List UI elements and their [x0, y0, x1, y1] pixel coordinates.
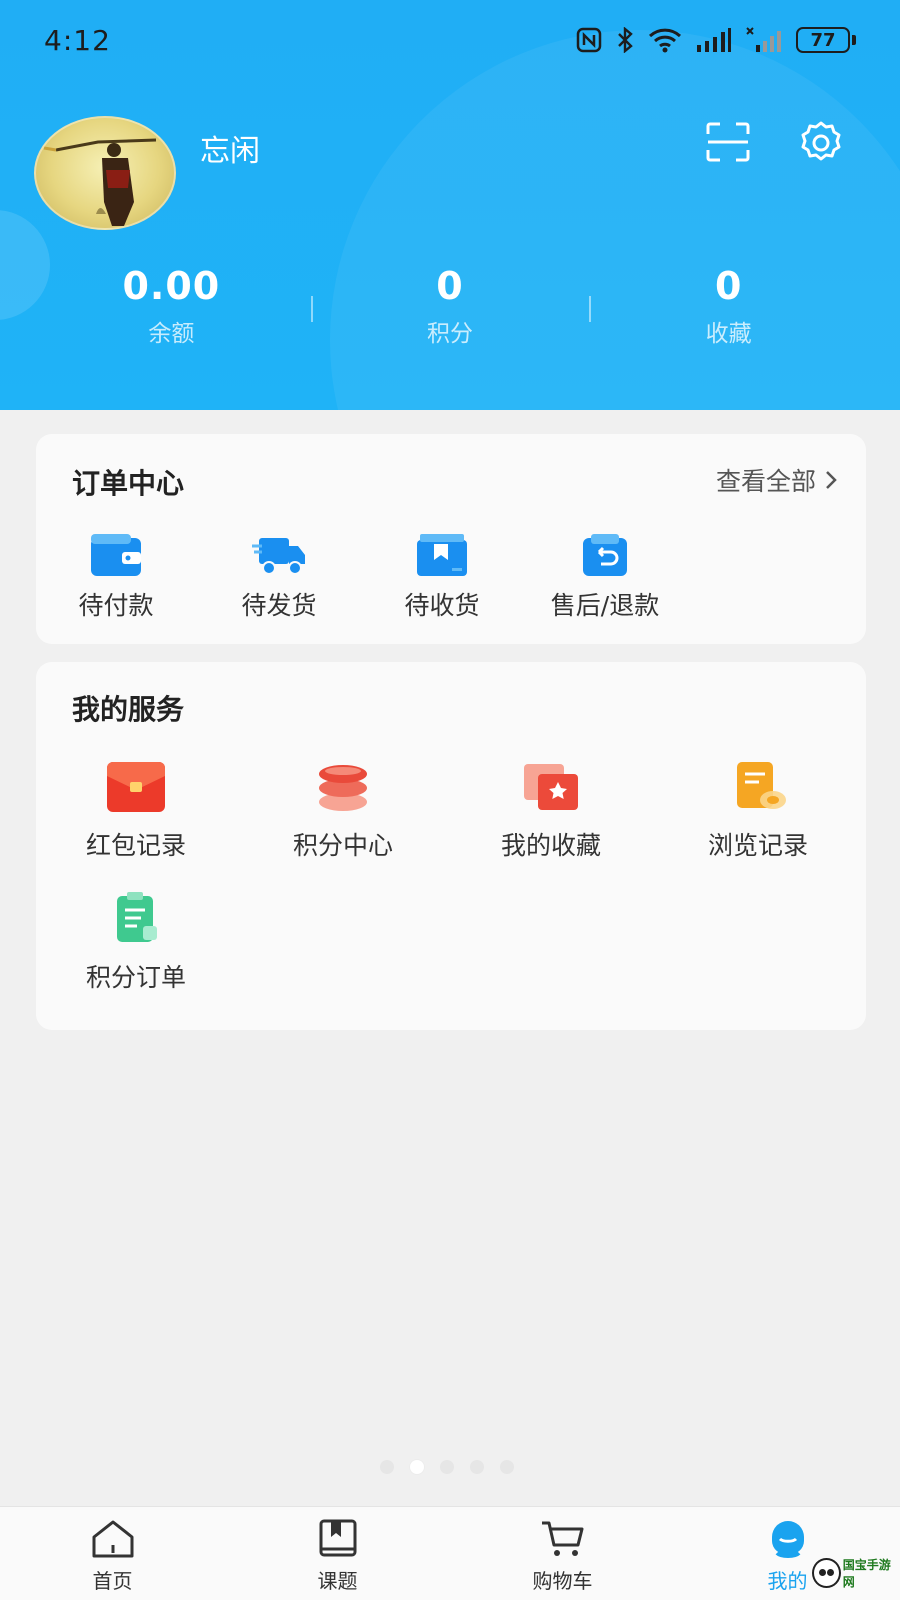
page-dot-active [410, 1460, 424, 1474]
home-icon [92, 1520, 133, 1558]
gear-icon[interactable] [798, 120, 844, 166]
service-label: 积分订单 [85, 963, 186, 992]
bluetooth-icon [618, 27, 633, 53]
order-pending-shipment[interactable]: 待发货 [199, 532, 359, 622]
cart-icon [541, 1521, 583, 1556]
stat-points[interactable]: 0 积分 [311, 262, 590, 358]
clipboard-icon [117, 892, 157, 942]
service-points-center[interactable]: 积分中心 [248, 760, 438, 862]
wifi-icon [648, 28, 682, 53]
history-note-icon [737, 762, 786, 809]
stat-label: 余额 [148, 321, 195, 347]
view-all-label: 查看全部 [715, 467, 816, 496]
watermark-text: 国宝手游网 [842, 1558, 891, 1589]
service-points-orders[interactable]: 积分订单 [41, 892, 231, 994]
avatar[interactable] [34, 116, 176, 230]
bottom-tab-bar: 首页 课题 购物车 我的 [0, 1506, 900, 1600]
order-item-label: 待发货 [241, 591, 317, 620]
red-envelope-icon [107, 762, 165, 812]
stat-balance[interactable]: 0.00 余额 [32, 262, 311, 358]
order-center-title: 订单中心 [72, 467, 185, 500]
battery-indicator: 77 [796, 27, 856, 53]
service-browse-history[interactable]: 浏览记录 [663, 760, 853, 862]
order-pending-receipt[interactable]: 待收货 [362, 532, 522, 622]
tab-label: 课题 [317, 1569, 358, 1593]
tab-home[interactable]: 首页 [0, 1507, 225, 1600]
scan-icon[interactable] [706, 122, 750, 162]
stat-value: 0.00 [122, 264, 221, 308]
status-bar: 4:12 77 [0, 0, 900, 80]
page-indicator [380, 1460, 514, 1474]
service-my-favorites[interactable]: 我的收藏 [456, 760, 646, 862]
order-item-label: 售后/退款 [550, 591, 660, 620]
tab-label: 首页 [92, 1569, 133, 1593]
tab-topics[interactable]: 课题 [225, 1507, 450, 1600]
page-dot [470, 1460, 484, 1474]
package-icon [417, 534, 467, 576]
watermark: 国宝手游网 [812, 1556, 900, 1590]
signal-weak-icon [746, 27, 781, 52]
service-label: 我的收藏 [500, 831, 601, 860]
service-label: 浏览记录 [707, 831, 808, 860]
stat-value: 0 [436, 264, 464, 308]
stat-label: 积分 [427, 321, 473, 347]
stat-divider [311, 296, 313, 322]
page-dot [440, 1460, 454, 1474]
order-item-label: 待收货 [404, 591, 480, 620]
status-time: 4:12 [44, 23, 111, 57]
view-all-link[interactable]: 查看全部 [716, 462, 838, 498]
coin-stack-icon [319, 765, 367, 811]
username: 忘闲 [200, 134, 260, 169]
order-after-sales[interactable]: 售后/退款 [525, 532, 685, 622]
order-center-card: 订单中心 查看全部 待付款 待发货 待收货 售后/退款 [36, 434, 866, 644]
tab-label: 购物车 [532, 1569, 593, 1593]
tab-cart[interactable]: 购物车 [450, 1507, 675, 1600]
profile-icon [771, 1521, 804, 1558]
truck-icon [252, 538, 305, 575]
stats-row: 0.00 余额 0 积分 0 收藏 [32, 262, 868, 358]
battery-level: 77 [796, 27, 850, 53]
favorite-star-icon [524, 764, 578, 810]
profile-header: 4:12 77 忘闲 0.00 余额 0 积分 0 收藏 [0, 0, 900, 410]
refund-icon [583, 534, 627, 576]
service-red-envelope[interactable]: 红包记录 [41, 760, 231, 862]
stat-label: 收藏 [705, 321, 752, 347]
wallet-icon [91, 534, 141, 576]
stat-value: 0 [714, 264, 743, 308]
signal-icon [697, 28, 731, 52]
order-pending-payment[interactable]: 待付款 [36, 532, 196, 622]
panda-logo-icon [812, 1558, 841, 1588]
service-label: 积分中心 [292, 831, 393, 860]
page-dot [500, 1460, 514, 1474]
my-services-title: 我的服务 [72, 693, 185, 726]
order-item-label: 待付款 [78, 591, 154, 620]
stat-favorites[interactable]: 0 收藏 [589, 262, 868, 358]
book-icon [319, 1519, 356, 1557]
service-label: 红包记录 [85, 831, 186, 860]
my-services-card: 我的服务 红包记录 积分中心 我的收藏 浏览记录 积分订单 [36, 662, 866, 1030]
nfc-icon [576, 27, 602, 53]
chevron-right-icon [826, 471, 837, 489]
page-dot [380, 1460, 394, 1474]
stat-divider [589, 296, 591, 322]
